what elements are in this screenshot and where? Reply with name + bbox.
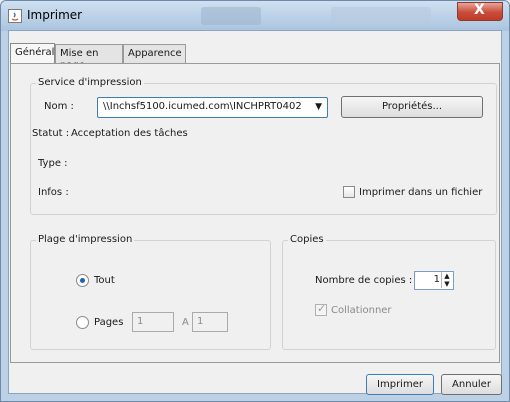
radio-selected-dot [80,278,85,283]
spinner-up-icon[interactable]: ▲ [441,272,452,280]
chevron-down-icon: ▼ [315,102,322,112]
print-range-group: Plage d'impression [30,234,271,350]
copies-count-label: Nombre de copies : [315,275,413,286]
collate-checkbox[interactable]: ✓ [315,302,327,316]
print-range-legend: Plage d'impression [36,234,135,245]
copies-group: Copies [282,234,496,350]
background-blur [201,7,261,25]
print-to-file-label: Imprimer dans un fichier [359,187,483,198]
checkmark-icon: ✓ [317,302,327,315]
pages-from-input[interactable]: 1 [132,312,174,332]
window-title: Imprimer [27,8,83,22]
pages-radio[interactable] [76,316,89,329]
tab-label: Apparence [128,48,182,59]
pages-to-label: A [182,317,189,328]
status-value: Acceptation des tâches [71,128,188,139]
name-label: Nom : [44,101,74,112]
pages-label: Pages [94,317,124,328]
copies-count-spinner[interactable]: 1 ▲ ▼ [414,271,454,290]
title-bar[interactable]: Imprimer X [1,1,509,31]
tab-general[interactable]: Général [10,43,55,65]
tab-appearance[interactable]: Apparence [123,44,186,64]
copies-count-value: 1 [433,274,440,285]
print-button[interactable]: Imprimer [366,374,434,395]
all-pages-radio[interactable] [76,274,89,287]
type-label: Type : [38,158,68,169]
all-pages-label: Tout [94,275,115,286]
tab-page-setup[interactable]: Mise en page [55,44,123,71]
info-label: Infos : [38,187,69,198]
java-icon [8,9,22,23]
print-to-file-checkbox[interactable] [343,186,355,198]
printer-name-combobox[interactable]: \\Inchsf5100.icumed.com\INCHPRT0402 ▼ [97,97,328,118]
copies-legend: Copies [288,234,326,245]
properties-button[interactable]: Propriétés... [341,96,483,118]
print-service-legend: Service d'impression [36,77,144,88]
pages-to-input[interactable]: 1 [192,312,228,332]
status-label: Statut : [32,128,70,139]
tab-label: Général [15,47,55,58]
printer-name-value: \\Inchsf5100.icumed.com\INCHPRT0402 [103,101,302,112]
spinner-down-icon[interactable]: ▼ [441,280,452,288]
close-button[interactable]: X [457,2,503,21]
collate-label: Collationner [331,305,392,316]
background-blur [331,7,431,25]
close-icon: X [474,2,485,18]
cancel-button[interactable]: Annuler [441,374,502,395]
